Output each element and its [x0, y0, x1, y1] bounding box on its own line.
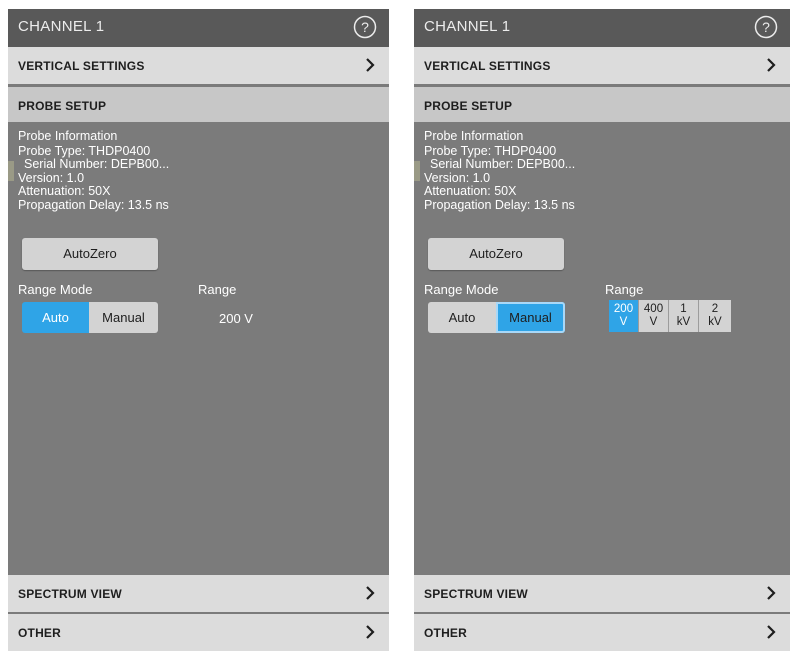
title-bar: CHANNEL 1 ? [414, 9, 790, 47]
probe-type: Probe Type: THDP0400 [424, 143, 557, 158]
probe-information: Probe Information Probe Type: THDP0400 S… [424, 129, 576, 212]
spectrum-view-header[interactable]: SPECTRUM VIEW [414, 575, 790, 612]
probe-version: Version: 1.0 [18, 170, 85, 185]
section-label: VERTICAL SETTINGS [18, 59, 145, 73]
range-selector: 200 V 400 V 1 kV 2 kV [609, 300, 731, 332]
range-mode-manual-button[interactable]: Manual [496, 302, 565, 333]
probe-info-heading: Probe Information [424, 129, 524, 143]
range-mode-selector: Auto Manual [22, 302, 158, 333]
probe-information: Probe Information Probe Type: THDP0400 S… [18, 129, 170, 212]
other-header[interactable]: OTHER [414, 614, 790, 651]
probe-type: Probe Type: THDP0400 [18, 143, 151, 158]
probe-version: Version: 1.0 [424, 170, 491, 185]
help-icon[interactable]: ? [353, 15, 377, 39]
channel-settings-panel-auto: CHANNEL 1 ? VERTICAL SETTINGS PROBE SETU… [8, 9, 389, 651]
range-option-400v[interactable]: 400 V [639, 300, 669, 332]
side-tab-marker [414, 161, 420, 181]
section-label: SPECTRUM VIEW [424, 587, 528, 601]
section-label: OTHER [18, 626, 61, 640]
svg-text:?: ? [762, 19, 770, 35]
probe-setup-header[interactable]: PROBE SETUP [414, 87, 790, 122]
propagation-delay: Propagation Delay: 13.5 ns [18, 197, 169, 212]
range-option-2kv[interactable]: 2 kV [699, 300, 731, 332]
range-mode-auto-button[interactable]: Auto [428, 302, 496, 333]
chevron-right-icon [767, 586, 776, 600]
range-mode-label: Range Mode [18, 282, 93, 297]
other-header[interactable]: OTHER [8, 614, 389, 651]
autozero-button[interactable]: AutoZero [22, 238, 158, 270]
chevron-right-icon [767, 625, 776, 639]
autozero-button[interactable]: AutoZero [428, 238, 564, 270]
range-option-value: 400 [643, 303, 664, 315]
range-option-unit: kV [676, 316, 691, 328]
range-label: Range [198, 282, 237, 297]
range-option-value: 200 [613, 303, 634, 315]
chevron-right-icon [767, 58, 776, 72]
section-label: PROBE SETUP [18, 99, 107, 113]
range-label: Range [605, 282, 644, 297]
section-label: SPECTRUM VIEW [18, 587, 122, 601]
panel-title: CHANNEL 1 [424, 18, 511, 35]
svg-text:?: ? [361, 19, 369, 35]
section-label: VERTICAL SETTINGS [424, 59, 551, 73]
range-mode-auto-button[interactable]: Auto [22, 302, 89, 333]
range-option-200v[interactable]: 200 V [609, 300, 639, 332]
range-mode-manual-button[interactable]: Manual [89, 302, 158, 333]
vertical-settings-header[interactable]: VERTICAL SETTINGS [8, 47, 389, 84]
spectrum-view-header[interactable]: SPECTRUM VIEW [8, 575, 389, 612]
probe-info-heading: Probe Information [18, 129, 118, 143]
title-bar: CHANNEL 1 ? [8, 9, 389, 47]
chevron-right-icon [366, 586, 375, 600]
vertical-settings-header[interactable]: VERTICAL SETTINGS [414, 47, 790, 84]
section-label: PROBE SETUP [424, 99, 513, 113]
range-option-unit: V [649, 316, 658, 328]
panel-title: CHANNEL 1 [18, 18, 105, 35]
serial-number: Serial Number: DEPB00... [24, 157, 170, 171]
section-label: OTHER [424, 626, 467, 640]
range-option-value: 2 [711, 303, 719, 315]
propagation-delay: Propagation Delay: 13.5 ns [424, 197, 575, 212]
help-icon[interactable]: ? [754, 15, 778, 39]
range-option-value: 1 [680, 303, 687, 315]
chevron-right-icon [366, 58, 375, 72]
serial-number: Serial Number: DEPB00... [430, 157, 576, 171]
probe-attenuation: Attenuation: 50X [18, 184, 111, 198]
range-option-unit: V [619, 316, 628, 328]
range-option-unit: kV [708, 316, 722, 328]
probe-setup-header[interactable]: PROBE SETUP [8, 87, 389, 122]
side-tab-marker [8, 161, 14, 181]
range-option-1kv[interactable]: 1 kV [669, 300, 699, 332]
range-value: 200 V [219, 311, 253, 326]
range-mode-label: Range Mode [424, 282, 499, 297]
channel-settings-panel-manual: CHANNEL 1 ? VERTICAL SETTINGS PROBE SETU… [414, 9, 790, 651]
probe-attenuation: Attenuation: 50X [424, 184, 517, 198]
chevron-right-icon [366, 625, 375, 639]
range-mode-selector: Auto Manual [428, 302, 565, 333]
